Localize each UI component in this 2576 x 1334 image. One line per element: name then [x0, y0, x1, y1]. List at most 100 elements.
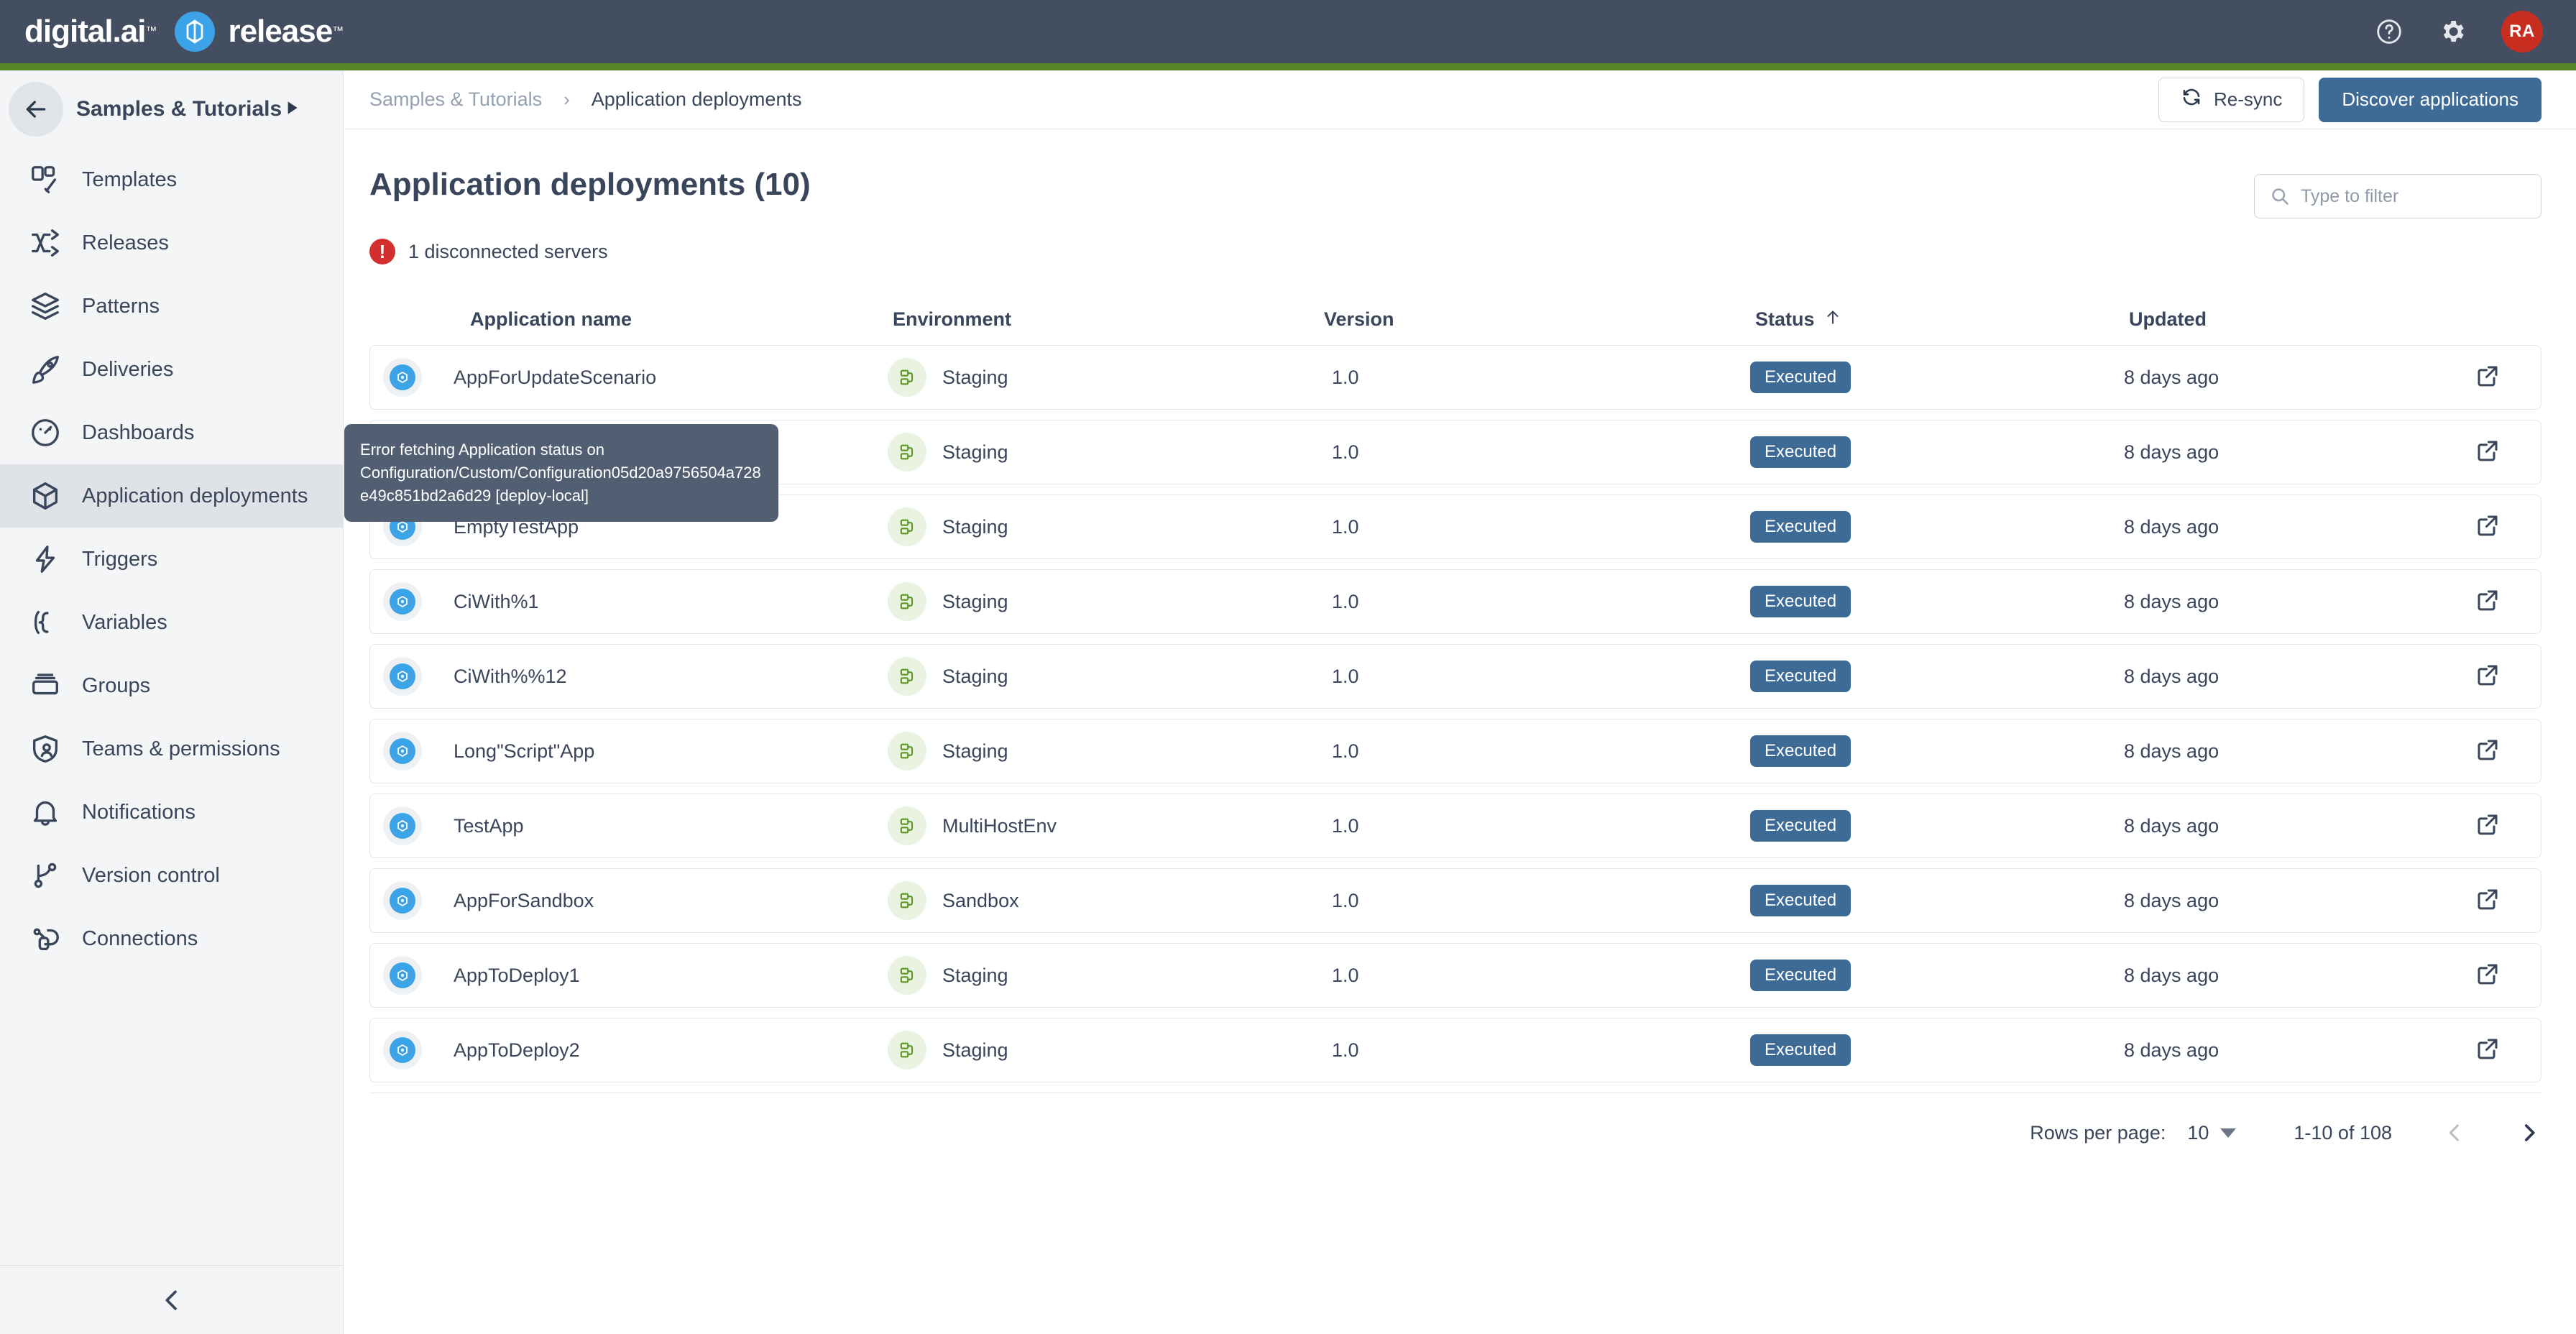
- pagination-next-button[interactable]: [2517, 1121, 2542, 1145]
- release-cube-icon: [175, 12, 216, 52]
- cell-application: TestApp: [370, 806, 888, 845]
- breadcrumb-current: Application deployments: [591, 88, 802, 110]
- sidebar-item-application-deployments[interactable]: Application deployments: [0, 464, 343, 528]
- sidebar-item-releases[interactable]: Releases: [0, 211, 343, 275]
- application-name: AppToDeploy1: [454, 964, 580, 986]
- main-content: Samples & Tutorials › Application deploy…: [344, 70, 2576, 1334]
- environment-icon: [888, 358, 926, 397]
- external-link-icon[interactable]: [2475, 886, 2501, 916]
- rows-per-page-label: Rows per page:: [2030, 1121, 2166, 1144]
- column-header-status[interactable]: Status: [1755, 308, 2129, 331]
- sidebar-project-header[interactable]: Samples & Tutorials: [0, 70, 343, 148]
- help-circle-icon[interactable]: [2375, 17, 2404, 46]
- column-header-status-label: Status: [1755, 308, 1815, 330]
- application-icon: [383, 358, 422, 397]
- table-row[interactable]: AppToDeploy1 Staging 1.0 Executed 8 days ago: [369, 943, 2542, 1008]
- application-name: AppToDeploy2: [454, 1039, 580, 1061]
- status-badge: Executed: [1750, 809, 1852, 842]
- status-badge: Executed: [1750, 884, 1852, 917]
- environment-name: Staging: [942, 515, 1008, 538]
- error-exclamation-icon: !: [369, 239, 395, 264]
- bell-icon: [29, 796, 62, 829]
- caret-right-icon[interactable]: [282, 98, 300, 121]
- cell-updated: 8 days ago: [2124, 665, 2220, 687]
- column-header-updated[interactable]: Updated: [2129, 308, 2474, 331]
- cell-environment: MultiHostEnv: [888, 806, 1319, 845]
- sidebar-item-teams-permissions[interactable]: Teams & permissions: [0, 717, 343, 781]
- sidebar-item-groups[interactable]: Groups: [0, 654, 343, 717]
- sidebar-item-version-control[interactable]: Version control: [0, 844, 343, 907]
- application-name: CiWith%%12: [454, 665, 567, 687]
- external-link-icon[interactable]: [2475, 737, 2501, 766]
- application-icon: [383, 1031, 422, 1070]
- column-header-application[interactable]: Application name: [375, 308, 893, 331]
- external-link-icon[interactable]: [2475, 438, 2501, 467]
- sidebar-item-label: Deliveries: [82, 357, 174, 381]
- breadcrumb-separator: ›: [564, 88, 570, 110]
- external-link-icon[interactable]: [2475, 363, 2501, 392]
- table-row[interactable]: TestApp MultiHostEnv 1.0 Executed 8 days ago: [369, 794, 2542, 858]
- rows-per-page-select[interactable]: 10: [2187, 1122, 2237, 1144]
- table-header: Application name Environment Version Sta…: [369, 293, 2542, 345]
- status-badge: Executed: [1750, 585, 1852, 618]
- cell-environment: Staging: [888, 582, 1319, 621]
- external-link-icon[interactable]: [2475, 587, 2501, 617]
- gear-icon[interactable]: [2438, 17, 2467, 46]
- sidebar-item-dashboards[interactable]: Dashboards: [0, 401, 343, 464]
- sidebar-item-templates[interactable]: Templates: [0, 148, 343, 211]
- cell-application: CiWith%1: [370, 582, 888, 621]
- application-name: TestApp: [454, 814, 524, 837]
- cell-environment: Staging: [888, 358, 1319, 397]
- table-row[interactable]: AppToDeploy2 Staging 1.0 Executed 8 days ago: [369, 1018, 2542, 1082]
- resync-button[interactable]: Re-sync: [2158, 77, 2305, 122]
- sidebar-item-notifications[interactable]: Notifications: [0, 781, 343, 844]
- page-actions: Re-sync Discover applications: [2158, 77, 2542, 122]
- table-row[interactable]: AppForUpdateScenario Staging 1.0 Executed 8 …: [369, 345, 2542, 410]
- table-row[interactable]: AppForSandbox Sandbox 1.0 Executed 8 days ag…: [369, 868, 2542, 933]
- lightning-icon: [29, 543, 62, 576]
- environment-icon: [888, 582, 926, 621]
- environment-icon: [888, 732, 926, 770]
- disconnected-servers-warning[interactable]: ! 1 disconnected servers: [369, 239, 2542, 264]
- external-link-icon[interactable]: [2475, 811, 2501, 841]
- cell-environment: Staging: [888, 732, 1319, 770]
- external-link-icon[interactable]: [2475, 662, 2501, 691]
- external-link-icon[interactable]: [2475, 512, 2501, 542]
- cell-environment: Sandbox: [888, 881, 1319, 920]
- table-row[interactable]: CiWith%1 Staging 1.0 Executed 8 days ago: [369, 569, 2542, 634]
- cell-status: Executed: [1750, 809, 2124, 842]
- table-row[interactable]: Long"Script"App Staging 1.0 Executed 8 days …: [369, 719, 2542, 783]
- table-row[interactable]: CiWith%%12 Staging 1.0 Executed 8 days ago: [369, 644, 2542, 709]
- column-header-environment[interactable]: Environment: [893, 308, 1324, 331]
- sidebar-item-variables[interactable]: Variables: [0, 591, 343, 654]
- external-link-icon[interactable]: [2475, 961, 2501, 990]
- sidebar-item-triggers[interactable]: Triggers: [0, 528, 343, 591]
- filter-input[interactable]: [2254, 174, 2542, 218]
- sidebar: Samples & Tutorials Templates Releases Pat…: [0, 70, 344, 1334]
- page-body: Application deployments (10) ! 1 disconn…: [344, 129, 2576, 1172]
- sidebar-item-connections[interactable]: Connections: [0, 907, 343, 970]
- status-badge: Executed: [1750, 735, 1852, 768]
- environment-name: Sandbox: [942, 889, 1019, 911]
- application-icon: [383, 657, 422, 696]
- sidebar-item-deliveries[interactable]: Deliveries: [0, 338, 343, 401]
- cell-application: Long"Script"App: [370, 732, 888, 770]
- pagination-prev-button[interactable]: [2442, 1121, 2467, 1145]
- sidebar-item-patterns[interactable]: Patterns: [0, 275, 343, 338]
- column-header-version[interactable]: Version: [1324, 308, 1755, 331]
- cell-updated: 8 days ago: [2124, 590, 2220, 612]
- external-link-icon[interactable]: [2475, 1036, 2501, 1065]
- cell-actions: [2469, 737, 2541, 766]
- cell-actions: [2469, 512, 2541, 542]
- cell-application: AppToDeploy2: [370, 1031, 888, 1070]
- avatar[interactable]: RA: [2501, 11, 2543, 52]
- breadcrumb-parent[interactable]: Samples & Tutorials: [369, 88, 542, 111]
- environment-icon: [888, 433, 926, 472]
- environment-name: Staging: [942, 441, 1008, 463]
- disconnected-servers-label: 1 disconnected servers: [408, 240, 608, 262]
- arrow-left-icon[interactable]: [9, 82, 63, 137]
- application-name: AppForUpdateScenario: [454, 366, 657, 388]
- sidebar-collapse-button[interactable]: [0, 1265, 344, 1334]
- sidebar-project-label: Samples & Tutorials: [76, 97, 282, 121]
- discover-applications-button[interactable]: Discover applications: [2319, 77, 2542, 122]
